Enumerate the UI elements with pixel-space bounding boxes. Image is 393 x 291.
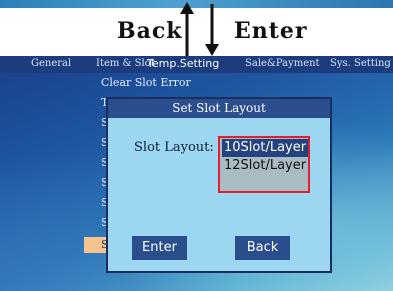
option-12-slot-per-layer[interactable]: 12Slot/Layer [222,157,308,175]
up-down-arrows-icon [180,2,219,56]
slot-layout-label: Slot Layout: [134,140,214,155]
option-10-slot-per-layer[interactable]: 10Slot/Layer [222,139,309,157]
tab-temp-setting[interactable]: Temp.Setting [147,57,219,70]
menu-item-clear-slot-error[interactable]: Clear Slot Error [101,76,191,89]
back-button[interactable]: Back [235,236,290,260]
dialog-title: Set Slot Layout [108,99,330,118]
set-slot-layout-dialog: Set Slot Layout Slot Layout: 10Slot/Laye… [106,97,332,273]
enter-button[interactable]: Enter [132,236,187,260]
tab-sale-payment[interactable]: Sale&Payment [245,58,320,69]
enter-hint-label: Enter [234,18,308,44]
back-hint-label: Back [117,18,183,44]
up-arrow-icon [180,2,194,56]
tab-item-slot[interactable]: Item & Slot [96,58,155,69]
machine-screen: General Item & Slot Temp.Setting Sale&Pa… [0,56,393,291]
settings-tab-bar: General Item & Slot Temp.Setting Sale&Pa… [0,56,393,73]
tab-sys-setting[interactable]: Sys. Setting [330,58,391,69]
tab-general[interactable]: General [31,58,71,69]
down-arrow-icon [205,4,219,56]
slot-layout-options[interactable]: 10Slot/Layer 12Slot/Layer [218,136,310,193]
